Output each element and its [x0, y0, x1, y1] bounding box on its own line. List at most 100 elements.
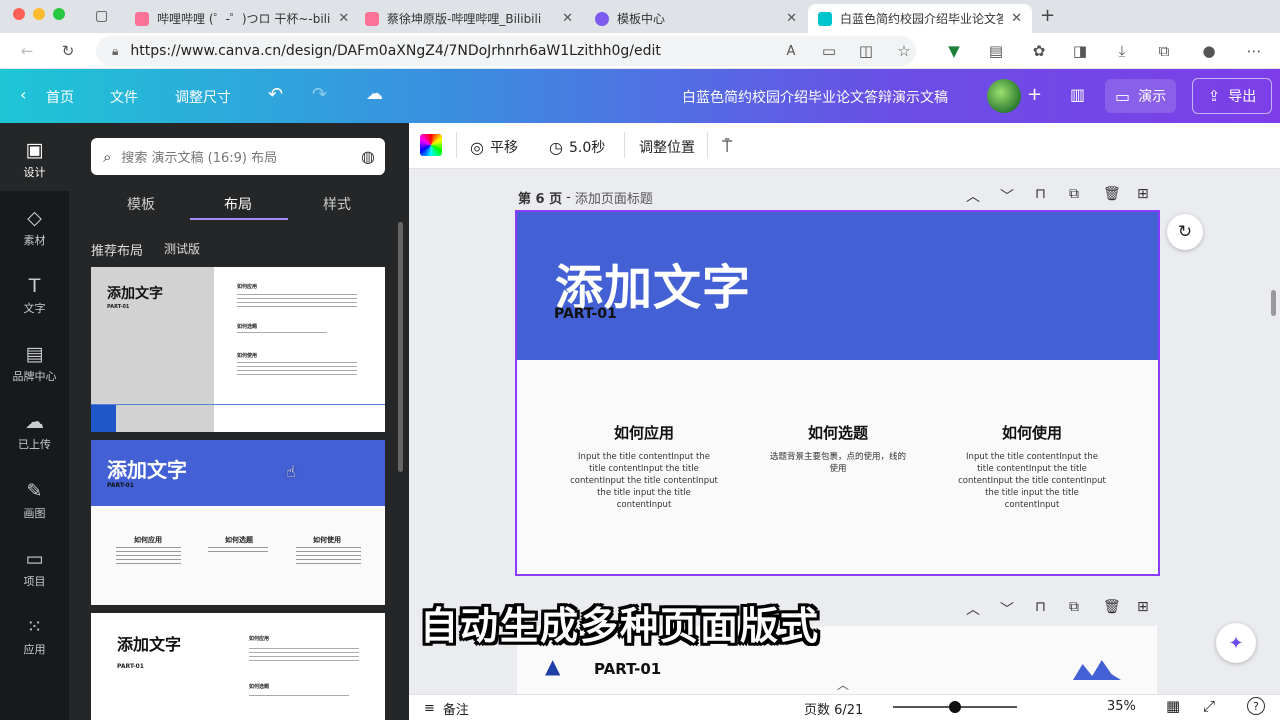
sidebar-icon[interactable]: ◨ — [1069, 40, 1091, 62]
rail-item-elements[interactable]: ◇ 素材 — [0, 207, 69, 248]
resize-button[interactable]: 调整尺寸 — [175, 87, 231, 107]
add-page-icon[interactable]: ⊞ — [1137, 186, 1149, 202]
move-page-up-icon[interactable]: ︿ — [966, 599, 980, 619]
zoom-slider-handle[interactable] — [949, 701, 961, 713]
home-button[interactable]: 首页 — [46, 87, 74, 107]
page-count[interactable]: 页数 6/21 — [804, 699, 863, 718]
move-page-down-icon[interactable]: ﹀ — [1000, 599, 1014, 619]
rail-item-text[interactable]: T 文字 — [0, 275, 69, 316]
transition-button[interactable]: ◎ 平移 — [470, 137, 518, 157]
chevron-up-icon[interactable]: ︿ — [837, 676, 849, 693]
more-menu-icon[interactable]: ⋯ — [1243, 40, 1265, 62]
magic-assistant-icon[interactable]: ✦ — [1216, 623, 1256, 663]
close-window-icon[interactable] — [13, 8, 25, 20]
new-tab-icon[interactable]: + — [1040, 5, 1055, 26]
slide-column-3[interactable]: 如何使用 Input the title contentInput the ti… — [957, 422, 1107, 511]
close-tab-icon[interactable]: ✕ — [330, 11, 349, 26]
rail-item-draw[interactable]: ✎ 画图 — [0, 480, 69, 521]
tab-overview-icon[interactable]: ▢ — [95, 8, 108, 24]
download-extension-icon[interactable]: ▼ — [943, 40, 965, 62]
minimize-window-icon[interactable] — [33, 8, 45, 20]
bilibili-favicon-icon — [135, 11, 149, 26]
slide-column-2[interactable]: 如何选题 选题背景主要包裹，点的使用，线的使用 — [768, 422, 908, 475]
slide-column-1[interactable]: 如何应用 Input the title contentInput the ti… — [569, 422, 719, 511]
tab-templates[interactable]: 模板 — [127, 194, 155, 214]
extensions-icon[interactable]: ✿ — [1028, 40, 1050, 62]
avatar[interactable] — [987, 79, 1021, 113]
document-title[interactable]: 白蓝色简约校园介绍毕业论文答辩演示文稿 — [682, 87, 948, 107]
cloud-save-icon[interactable]: ☁ — [366, 84, 383, 104]
lock-page-icon[interactable]: ⊓ — [1035, 599, 1046, 615]
notes-button[interactable]: ≡ 备注 — [424, 699, 469, 718]
notes-icon: ≡ — [424, 701, 435, 716]
rail-item-projects[interactable]: ▭ 项目 — [0, 548, 69, 589]
insights-chart-icon[interactable]: ▥ — [1070, 85, 1085, 104]
split-screen-icon[interactable]: ◫ — [855, 40, 877, 62]
paint-roller-icon[interactable]: ⍑ — [722, 137, 732, 157]
layout-search-input[interactable]: ⌕ 搜索 演示文稿 (16:9) 布局 ◍ — [91, 138, 385, 175]
grid-view-icon[interactable]: ▦ — [1166, 697, 1180, 715]
thumb-title: 添加文字 — [117, 635, 182, 654]
tab-template-center[interactable]: 模板中心 ✕ — [585, 4, 807, 33]
export-button[interactable]: ⇪ 导出 — [1192, 78, 1272, 114]
thumb-text-lines — [208, 547, 268, 554]
close-tab-icon[interactable]: ✕ — [554, 11, 573, 26]
workspace-scrollbar[interactable] — [1271, 290, 1276, 316]
maximize-window-icon[interactable] — [53, 8, 65, 20]
slide-canvas[interactable]: 添加文字 PART-01 如何应用 Input the title conten… — [515, 210, 1160, 576]
collections-icon[interactable]: ▤ — [985, 40, 1007, 62]
help-icon[interactable]: ? — [1247, 697, 1265, 715]
file-menu-button[interactable]: 文件 — [110, 87, 138, 107]
duplicate-page-icon[interactable]: ⧉ — [1069, 599, 1079, 615]
rail-item-uploads[interactable]: ☁ 已上传 — [0, 411, 69, 452]
favorite-star-icon[interactable]: ☆ — [893, 40, 915, 62]
rail-label: 文字 — [23, 302, 46, 315]
background-color-swatch[interactable] — [420, 134, 442, 156]
back-icon[interactable]: ← — [16, 40, 38, 62]
tab-styles[interactable]: 样式 — [323, 194, 351, 214]
rail-item-design[interactable]: ▣ 设计 — [0, 123, 69, 191]
move-page-down-icon[interactable]: ﹀ — [1000, 186, 1014, 206]
position-button[interactable]: 调整位置 — [639, 137, 695, 157]
palette-icon[interactable]: ◍ — [361, 147, 375, 166]
chevron-left-icon[interactable]: ‹ — [20, 85, 26, 104]
delete-page-icon[interactable]: 🗑︎ — [1103, 599, 1121, 615]
tab-bilibili-video[interactable]: 蔡徐坤原版-哔哩哔哩_Bilibili ✕ — [355, 4, 583, 33]
move-page-up-icon[interactable]: ︿ — [966, 186, 980, 206]
page-title-input[interactable]: 添加页面标题 — [575, 188, 653, 207]
reader-view-icon[interactable]: ▭ — [818, 40, 840, 62]
duplicate-page-icon[interactable]: ⧉ — [1069, 186, 1079, 202]
page-header: 第 6 页 - 添加页面标题 — [518, 188, 653, 207]
add-collaborator-icon[interactable]: + — [1027, 84, 1042, 105]
downloads-icon[interactable]: ⤓ — [1111, 40, 1133, 62]
redo-icon[interactable]: ↷ — [312, 84, 327, 105]
tab-layouts[interactable]: 布局 — [224, 194, 252, 214]
fullscreen-icon[interactable]: ⤢ — [1203, 697, 1215, 715]
close-tab-icon[interactable]: ✕ — [1003, 11, 1022, 26]
search-icon: ⌕ — [103, 147, 112, 166]
delete-page-icon[interactable]: 🗑︎ — [1103, 186, 1121, 202]
profile-icon[interactable]: ● — [1198, 40, 1220, 62]
read-aloud-icon[interactable]: A — [780, 40, 802, 62]
page-number: 第 6 页 — [518, 192, 563, 207]
refresh-comment-icon[interactable]: ↻ — [1167, 214, 1203, 250]
undo-icon[interactable]: ↶ — [268, 84, 283, 105]
add-page-icon[interactable]: ⊞ — [1137, 599, 1149, 615]
rail-item-apps[interactable]: ⁙ 应用 — [0, 616, 69, 657]
close-tab-icon[interactable]: ✕ — [778, 11, 797, 26]
layout-thumbnail-2[interactable]: 添加文字 PART-01 如何应用 如何选题 如何使用 — [91, 440, 385, 605]
tab-canva-design[interactable]: 白蓝色简约校园介绍毕业论文答辩 ✕ — [808, 4, 1032, 33]
brand-icon: ▤ — [25, 343, 44, 365]
panel-scrollbar[interactable] — [398, 222, 403, 472]
zoom-level[interactable]: 35% — [1107, 699, 1136, 714]
tab-bilibili-home[interactable]: 哔哩哔哩 (゜-゜)つロ 干杯~-bili ✕ — [125, 4, 353, 33]
slide-part-label[interactable]: PART-01 — [554, 306, 617, 322]
present-button[interactable]: ▭ 演示 — [1105, 79, 1177, 113]
layout-thumbnail-3[interactable]: 添加文字 PART-01 如何应用 如何选题 — [91, 613, 385, 720]
duration-button[interactable]: ◷ 5.0秒 — [549, 137, 605, 157]
lock-page-icon[interactable]: ⊓ — [1035, 186, 1046, 202]
reload-icon[interactable]: ↻ — [57, 40, 79, 62]
rail-item-brand[interactable]: ▤ 品牌中心 — [0, 343, 69, 384]
layout-thumbnail-1[interactable]: 添加文字 PART-01 如何应用 如何选题 如何使用 — [91, 267, 385, 432]
tab-actions-icon[interactable]: ⧉ — [1153, 40, 1175, 62]
